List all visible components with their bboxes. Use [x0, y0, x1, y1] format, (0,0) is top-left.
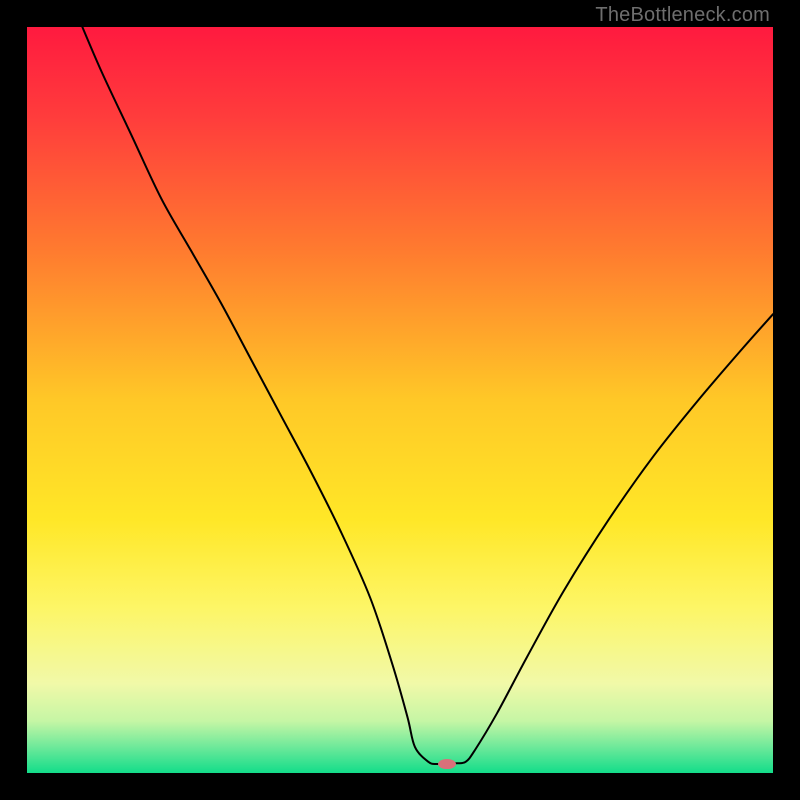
chart-frame: TheBottleneck.com [0, 0, 800, 800]
chart-svg [27, 27, 773, 773]
attribution-text: TheBottleneck.com [595, 4, 770, 27]
plot-area [27, 27, 773, 773]
gradient-background [27, 27, 773, 773]
optimum-marker [438, 759, 456, 769]
